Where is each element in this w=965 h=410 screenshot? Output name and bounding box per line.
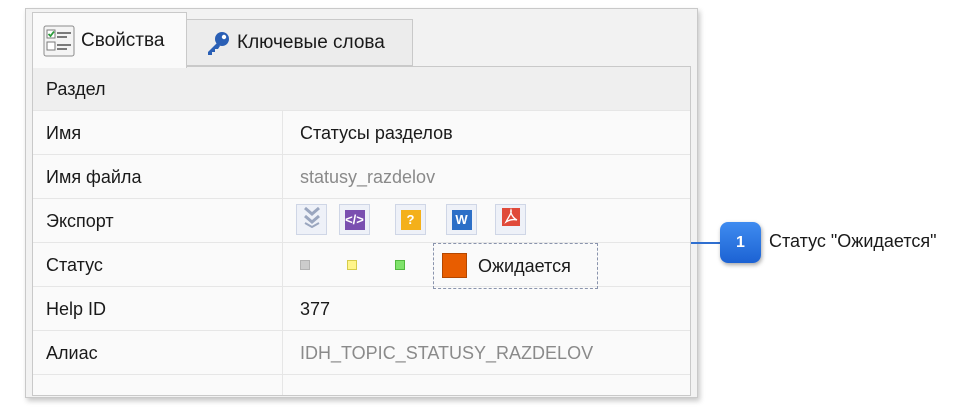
alias-label: Алиас	[46, 343, 98, 363]
status-label: Статус	[46, 255, 103, 275]
column-divider	[282, 155, 283, 198]
export-chm-button[interactable]: ?	[395, 204, 426, 235]
properties-icon	[43, 25, 75, 57]
export-html-button[interactable]: </>	[339, 204, 370, 235]
name-value[interactable]: Статусы разделов	[300, 111, 453, 155]
property-row-export: Экспорт </> ? W	[33, 199, 690, 243]
name-label: Имя	[46, 123, 82, 143]
status-selected[interactable]: Ожидается	[433, 243, 598, 289]
property-grid: Раздел Имя Статусы разделов Имя файла st…	[32, 66, 691, 396]
export-pdf-button[interactable]	[495, 204, 526, 235]
property-row-name[interactable]: Имя Статусы разделов	[33, 111, 690, 155]
status-color-swatch	[442, 253, 467, 278]
file-name-value[interactable]: statusy_razdelov	[300, 155, 435, 199]
tab-properties[interactable]: Свойства	[32, 12, 187, 68]
file-name-label: Имя файла	[46, 167, 142, 187]
callout-text: Статус "Ожидается"	[769, 231, 937, 251]
help-id-value[interactable]: 377	[300, 287, 330, 331]
pdf-icon	[501, 207, 521, 232]
column-divider	[282, 375, 283, 395]
property-row-file-name[interactable]: Имя файла statusy_razdelov	[33, 155, 690, 199]
check-icon	[302, 206, 322, 233]
export-check-button[interactable]	[296, 204, 327, 235]
property-row-alias[interactable]: Алиас IDH_TOPIC_STATUSY_RAZDELOV	[33, 331, 690, 375]
alias-value[interactable]: IDH_TOPIC_STATUSY_RAZDELOV	[300, 331, 593, 375]
column-divider	[282, 287, 283, 330]
property-row-status: Статус Ожидается	[33, 243, 690, 289]
property-row-help-id[interactable]: Help ID 377	[33, 287, 690, 331]
chm-help-icon: ?	[400, 209, 421, 230]
status-option-gray[interactable]	[300, 260, 310, 270]
html-icon: </>	[344, 209, 365, 230]
column-divider	[282, 331, 283, 374]
tab-keywords-label: Ключевые слова	[237, 31, 385, 53]
word-icon: W	[451, 209, 472, 230]
help-id-label: Help ID	[46, 299, 107, 319]
column-divider	[282, 111, 283, 154]
status-value: Ожидается	[478, 256, 571, 276]
tab-keywords[interactable]: Ключевые слова	[187, 19, 413, 66]
empty-row	[33, 375, 690, 395]
callout-number-badge: 1	[720, 222, 761, 263]
status-option-yellow[interactable]	[347, 260, 357, 270]
key-icon	[205, 30, 231, 56]
section-title: Раздел	[46, 79, 106, 99]
export-word-button[interactable]: W	[446, 204, 477, 235]
tab-properties-label: Свойства	[81, 29, 165, 51]
status-option-green[interactable]	[395, 260, 405, 270]
column-divider	[282, 199, 283, 242]
column-divider	[282, 243, 283, 286]
export-label: Экспорт	[46, 211, 114, 231]
section-row: Раздел	[33, 67, 690, 111]
